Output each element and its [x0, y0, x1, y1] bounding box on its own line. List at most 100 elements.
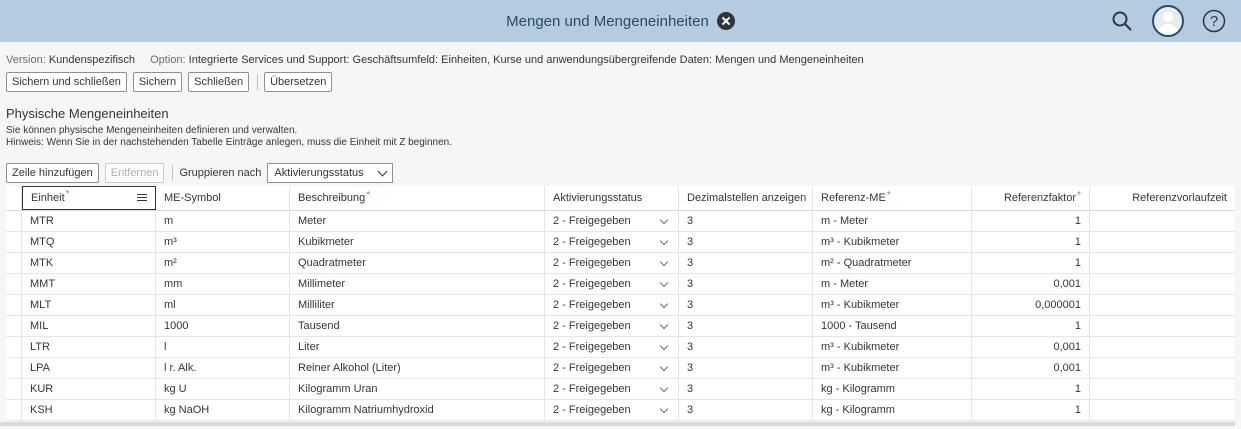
table-row[interactable]: LTR l Liter 2 - Freigegeben 3 m³ - Kubik…	[6, 337, 1235, 358]
cell-decimals[interactable]: 3	[679, 358, 813, 378]
row-selector[interactable]	[6, 232, 22, 252]
table-row[interactable]: MTK m² Quadratmeter 2 - Freigegeben 3 m²…	[6, 253, 1235, 274]
cell-unit[interactable]: KUR	[22, 379, 156, 399]
cell-symbol[interactable]: m³	[156, 232, 290, 252]
cell-status[interactable]: 2 - Freigegeben	[545, 232, 679, 252]
chevron-down-icon[interactable]	[659, 236, 669, 245]
table-row[interactable]: MTQ m³ Kubikmeter 2 - Freigegeben 3 m³ -…	[6, 232, 1235, 253]
cell-description[interactable]: Meter	[290, 211, 545, 231]
cell-ref-unit[interactable]: kg - Kilogramm	[813, 379, 972, 399]
cell-unit[interactable]: KSH	[22, 400, 156, 420]
group-by-select[interactable]: Aktivierungsstatus	[267, 163, 394, 183]
chevron-down-icon[interactable]	[659, 215, 669, 224]
cell-description[interactable]: Kubikmeter	[290, 232, 545, 252]
cell-status[interactable]: 2 - Freigegeben	[545, 358, 679, 378]
cell-decimals[interactable]: 3	[679, 400, 813, 420]
column-header-symbol[interactable]: ME-Symbol	[156, 186, 290, 210]
column-header-decimals[interactable]: Dezimalstellen anzeigen	[679, 186, 813, 210]
cell-description[interactable]: Reiner Alkohol (Liter)	[290, 358, 545, 378]
cell-status[interactable]: 2 - Freigegeben	[545, 253, 679, 273]
chevron-down-icon[interactable]	[659, 362, 669, 371]
cell-decimals[interactable]: 3	[679, 379, 813, 399]
cell-status[interactable]: 2 - Freigegeben	[545, 316, 679, 336]
table-row[interactable]: MIL 1000 Tausend 2 - Freigegeben 3 1000 …	[6, 316, 1235, 337]
cell-description[interactable]: Millimeter	[290, 274, 545, 294]
chevron-down-icon[interactable]	[659, 341, 669, 350]
cell-ref-factor[interactable]: 0,001	[972, 274, 1090, 294]
cell-ref-lead[interactable]	[1090, 358, 1235, 378]
chevron-down-icon[interactable]	[659, 257, 669, 266]
row-selector[interactable]	[6, 400, 22, 420]
cell-ref-lead[interactable]	[1090, 211, 1235, 231]
column-header-ref-lead[interactable]: Referenzvorlaufzeit	[1090, 186, 1235, 210]
remove-button[interactable]: Entfernen	[104, 163, 165, 183]
table-row[interactable]: MTR m Meter 2 - Freigegeben 3 m - Meter …	[6, 211, 1235, 232]
cell-ref-unit[interactable]: m - Meter	[813, 274, 972, 294]
cell-ref-unit[interactable]: 1000 - Tausend	[813, 316, 972, 336]
cell-ref-unit[interactable]: m - Meter	[813, 211, 972, 231]
cell-ref-factor[interactable]: 1	[972, 232, 1090, 252]
filter-icon[interactable]	[137, 194, 147, 202]
cell-ref-lead[interactable]	[1090, 400, 1235, 420]
chevron-down-icon[interactable]	[659, 320, 669, 329]
cell-ref-lead[interactable]	[1090, 274, 1235, 294]
cell-unit[interactable]: LTR	[22, 337, 156, 357]
cell-ref-lead[interactable]	[1090, 295, 1235, 315]
column-header-ref-factor[interactable]: Referenzfaktor *	[972, 186, 1090, 210]
row-selector[interactable]	[6, 274, 22, 294]
cell-decimals[interactable]: 3	[679, 211, 813, 231]
chevron-down-icon[interactable]	[659, 299, 669, 308]
cell-ref-unit[interactable]: m³ - Kubikmeter	[813, 337, 972, 357]
chevron-down-icon[interactable]	[659, 404, 669, 413]
cell-decimals[interactable]: 3	[679, 316, 813, 336]
cell-unit[interactable]: LPA	[22, 358, 156, 378]
cell-symbol[interactable]: l r. Alk.	[156, 358, 290, 378]
cell-ref-unit[interactable]: kg - Kilogramm	[813, 400, 972, 420]
chevron-down-icon[interactable]	[659, 278, 669, 287]
row-selector[interactable]	[6, 316, 22, 336]
cell-status[interactable]: 2 - Freigegeben	[545, 379, 679, 399]
cell-unit[interactable]: MIL	[22, 316, 156, 336]
cell-ref-lead[interactable]	[1090, 379, 1235, 399]
cell-ref-lead[interactable]	[1090, 253, 1235, 273]
user-avatar-icon[interactable]	[1151, 4, 1185, 38]
cell-status[interactable]: 2 - Freigegeben	[545, 400, 679, 420]
cell-status[interactable]: 2 - Freigegeben	[545, 211, 679, 231]
cell-unit[interactable]: MTR	[22, 211, 156, 231]
cell-symbol[interactable]: kg U	[156, 379, 290, 399]
cell-description[interactable]: Liter	[290, 337, 545, 357]
cell-status[interactable]: 2 - Freigegeben	[545, 274, 679, 294]
cell-ref-lead[interactable]	[1090, 316, 1235, 336]
chevron-down-icon[interactable]	[659, 383, 669, 392]
cell-symbol[interactable]: l	[156, 337, 290, 357]
cell-ref-factor[interactable]: 1	[972, 211, 1090, 231]
cell-description[interactable]: Kilogramm Natriumhydroxid	[290, 400, 545, 420]
cell-symbol[interactable]: m	[156, 211, 290, 231]
add-row-button[interactable]: Zeile hinzufügen	[6, 163, 99, 183]
cell-symbol[interactable]: ml	[156, 295, 290, 315]
cell-unit[interactable]: MTQ	[22, 232, 156, 252]
cell-description[interactable]: Tausend	[290, 316, 545, 336]
cell-decimals[interactable]: 3	[679, 274, 813, 294]
cell-symbol[interactable]: mm	[156, 274, 290, 294]
search-icon[interactable]	[1105, 4, 1139, 38]
horizontal-scrollbar[interactable]	[0, 422, 1235, 426]
help-icon[interactable]: ?	[1197, 4, 1231, 38]
save-button[interactable]: Sichern	[132, 72, 183, 92]
cell-ref-unit[interactable]: m² - Quadratmeter	[813, 253, 972, 273]
table-row[interactable]: LPA l r. Alk. Reiner Alkohol (Liter) 2 -…	[6, 358, 1235, 379]
cell-decimals[interactable]: 3	[679, 232, 813, 252]
cell-ref-lead[interactable]	[1090, 337, 1235, 357]
save-close-button[interactable]: Sichern und schließen	[6, 72, 127, 92]
cell-symbol[interactable]: kg NaOH	[156, 400, 290, 420]
cell-unit[interactable]: MMT	[22, 274, 156, 294]
table-row[interactable]: KSH kg NaOH Kilogramm Natriumhydroxid 2 …	[6, 400, 1235, 421]
cell-ref-factor[interactable]: 1	[972, 316, 1090, 336]
close-icon[interactable]	[716, 12, 735, 30]
table-row[interactable]: KUR kg U Kilogramm Uran 2 - Freigegeben …	[6, 379, 1235, 400]
row-selector[interactable]	[6, 358, 22, 378]
cell-decimals[interactable]: 3	[679, 337, 813, 357]
cell-ref-unit[interactable]: m³ - Kubikmeter	[813, 358, 972, 378]
cell-decimals[interactable]: 3	[679, 253, 813, 273]
table-row[interactable]: MLT ml Milliliter 2 - Freigegeben 3 m³ -…	[6, 295, 1235, 316]
